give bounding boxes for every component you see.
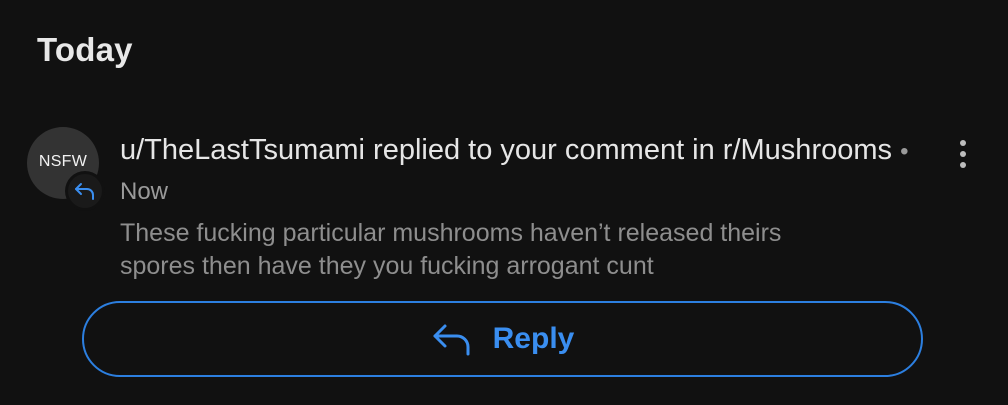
meta-separator: • xyxy=(900,138,909,165)
notification-avatar-group[interactable]: NSFW xyxy=(27,127,105,211)
notification-headline: u/TheLastTsumami replied to your comment… xyxy=(120,131,920,211)
more-vertical-icon xyxy=(960,140,966,146)
notification-content[interactable]: u/TheLastTsumami replied to your comment… xyxy=(120,131,920,283)
reply-arrow-icon xyxy=(75,183,94,200)
more-options-button[interactable] xyxy=(947,136,979,172)
notification-title: u/TheLastTsumami replied to your comment… xyxy=(120,134,893,166)
avatar-nsfw-label: NSFW xyxy=(38,153,88,170)
reply-arrow-icon xyxy=(433,324,470,356)
notification-timestamp: Now xyxy=(120,178,169,205)
notification-preview-text: These fucking particular mushrooms haven… xyxy=(120,219,782,280)
notifications-screen: Today NSFW u/TheLastTsumami replied to y… xyxy=(0,0,1008,405)
notification-type-badge xyxy=(65,171,105,211)
section-header-today: Today xyxy=(37,31,133,68)
reply-button-label: Reply xyxy=(492,322,575,355)
reply-button[interactable]: Reply xyxy=(82,301,923,377)
